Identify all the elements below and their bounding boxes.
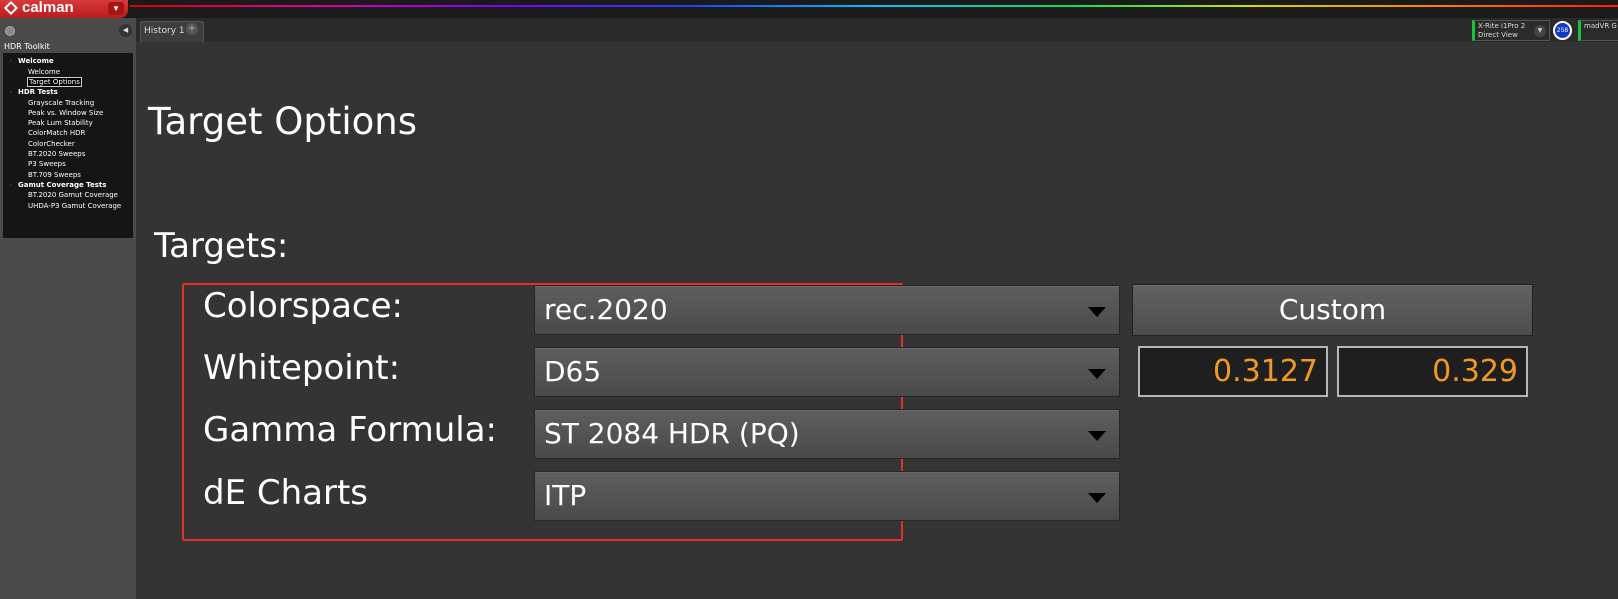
tree-item[interactable]: ColorChecker: [3, 139, 133, 149]
chevron-down-icon: ▼: [1537, 27, 1543, 34]
dropdown-value: ST 2084 HDR (PQ): [544, 417, 800, 450]
meter-name: madVR G: [1584, 22, 1617, 30]
page-title: Target Options: [148, 100, 417, 143]
rainbow-strip: [130, 5, 1618, 7]
tree-item[interactable]: BT.2020 Sweeps: [3, 149, 133, 159]
tree-item[interactable]: Welcome: [3, 67, 133, 77]
logo-text: calman: [22, 0, 74, 16]
tree-item[interactable]: P3 Sweeps: [3, 159, 133, 169]
tree-item[interactable]: ColorMatch HDR: [3, 128, 133, 138]
tree-item-label: Target Options: [27, 76, 82, 87]
meter-x-rite[interactable]: X-Rite i1Pro 2 Direct View ▼: [1472, 20, 1550, 41]
gamma-formula-dropdown[interactable]: ST 2084 HDR (PQ): [534, 409, 1120, 459]
dropdown-value: ITP: [544, 479, 587, 512]
calman-logo[interactable]: calman ▼: [0, 0, 128, 18]
tree-item-label: ColorChecker: [28, 139, 75, 148]
de-charts-dropdown[interactable]: ITP: [534, 471, 1120, 521]
tree-group-label: Welcome: [18, 57, 54, 65]
chevron-down-icon: [1088, 431, 1106, 441]
tab-row: History 1 + X-Rite i1Pro 2 Direct View ▼…: [0, 18, 1618, 42]
tree-item[interactable]: Target Options: [3, 76, 133, 87]
sidebar-title: HDR Toolkit: [4, 42, 50, 51]
tree-group-label: HDR Tests: [18, 88, 58, 97]
tree-item[interactable]: BT.709 Sweeps: [3, 170, 133, 180]
tree-item-label: BT.709 Sweeps: [28, 170, 81, 179]
dropdown-value: rec.2020: [544, 293, 668, 326]
chevron-down-icon: [1088, 369, 1106, 379]
gamma-formula-label: Gamma Formula:: [203, 410, 497, 450]
whitepoint-dropdown[interactable]: D65: [534, 347, 1120, 397]
tree-item[interactable]: BT.2020 Gamut Coverage: [3, 190, 133, 200]
tree-item-label: BT.2020 Gamut Coverage: [28, 191, 118, 200]
de-charts-label: dE Charts: [203, 473, 369, 513]
tree-expander-icon[interactable]: ◦: [9, 57, 18, 68]
meter-madvr[interactable]: madVR G: [1578, 20, 1618, 41]
calman-logo-icon: [3, 0, 19, 16]
sidebar: ◀ HDR Toolkit ◦ Welcome Welcome Target Opti…: [0, 18, 136, 599]
tree-item-label: Grayscale Tracking: [28, 98, 95, 107]
colorspace-dropdown[interactable]: rec.2020: [534, 285, 1120, 335]
workflow-tree: ◦ Welcome Welcome Target Options ◦ HDR Tests G…: [3, 53, 133, 238]
whitepoint-y-field[interactable]: 0.329: [1337, 346, 1528, 397]
whitepoint-label: Whitepoint:: [203, 348, 401, 388]
targets-heading: Targets:: [154, 226, 289, 266]
collapse-sidebar-button[interactable]: ◀: [119, 24, 132, 37]
chevron-down-icon: [1088, 307, 1106, 317]
tree-item-label: Peak vs. Window Size: [28, 108, 104, 117]
tree-item[interactable]: Grayscale Tracking: [3, 98, 133, 108]
app-menu-button[interactable]: ▼: [108, 2, 124, 15]
tab-label: History 1: [144, 26, 185, 36]
title-bar: calman ▼: [0, 0, 1618, 18]
tree-group[interactable]: ◦ Gamut Coverage Tests: [3, 180, 133, 191]
tree-group-label: Gamut Coverage Tests: [18, 180, 107, 189]
tree-item-label: P3 Sweeps: [28, 160, 66, 169]
tree-item-label: ColorMatch HDR: [28, 129, 86, 138]
tree-item[interactable]: Peak Lum Stability: [3, 118, 133, 128]
sidebar-pin-icon[interactable]: [5, 26, 15, 36]
meter-badge[interactable]: 258: [1553, 21, 1572, 40]
tree-item[interactable]: UHDA-P3 Gamut Coverage: [3, 201, 133, 211]
whitepoint-x-field[interactable]: 0.3127: [1138, 346, 1328, 397]
meter-dropdown-button[interactable]: ▼: [1534, 25, 1546, 37]
custom-button[interactable]: Custom: [1132, 284, 1533, 336]
tree-group[interactable]: ◦ Welcome: [3, 56, 133, 67]
dropdown-arrow-icon: ▼: [112, 4, 120, 13]
tree-item-label: UHDA-P3 Gamut Coverage: [28, 201, 122, 210]
tree-item-label: Peak Lum Stability: [28, 119, 93, 128]
tree-group[interactable]: ◦ HDR Tests: [3, 87, 133, 98]
add-tab-button[interactable]: +: [186, 23, 198, 35]
chevron-down-icon: [1088, 493, 1106, 503]
dropdown-value: D65: [544, 355, 602, 388]
tree-expander-icon[interactable]: ◦: [9, 181, 18, 192]
tree-item[interactable]: Peak vs. Window Size: [3, 108, 133, 118]
chevron-left-icon: ◀: [122, 26, 129, 34]
tree-expander-icon[interactable]: ◦: [9, 88, 18, 99]
colorspace-label: Colorspace:: [203, 286, 403, 326]
tree-item-label: Welcome: [28, 67, 61, 76]
tree-item-label: BT.2020 Sweeps: [28, 150, 86, 159]
plus-icon: +: [187, 23, 197, 34]
